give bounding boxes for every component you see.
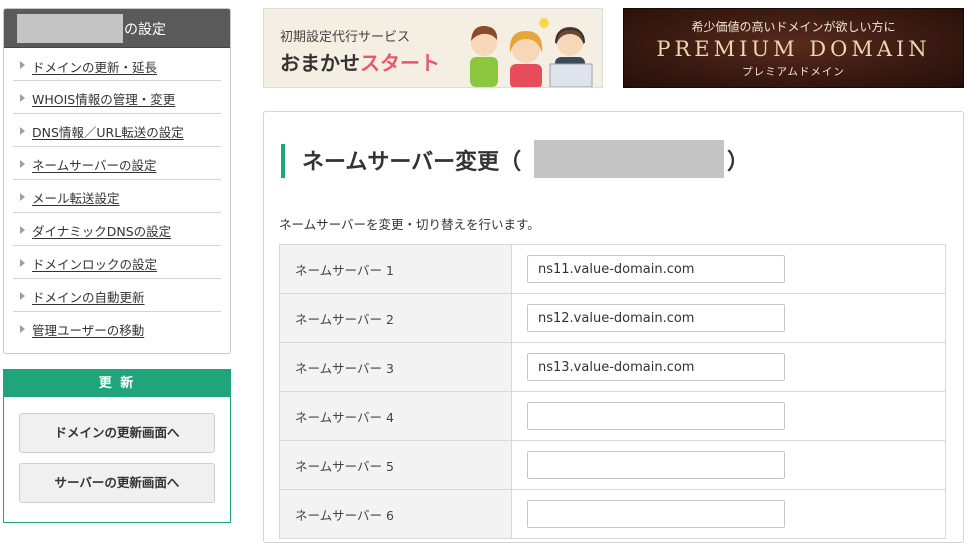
nameserver-5-input[interactable] <box>527 451 785 479</box>
nameserver-change-panel: ネームサーバー変更（ ） ネームサーバーを変更・切り替えを行います。 ネームサー… <box>263 111 964 543</box>
settings-menu-title: の設定 <box>124 22 166 38</box>
nameserver-3-input[interactable] <box>527 353 785 381</box>
renew-panel: 更 新 ドメインの更新画面へ サーバーの更新画面へ <box>3 369 231 523</box>
sidebar-item-label[interactable]: メール転送設定 <box>32 188 120 207</box>
nameserver-label: ネームサーバー 3 <box>279 342 512 392</box>
arrow-right-icon <box>20 226 25 234</box>
page-description: ネームサーバーを変更・切り替えを行います。 <box>279 217 540 232</box>
table-row: ネームサーバー 3 <box>279 342 946 392</box>
nameserver-table: ネームサーバー 1 ネームサーバー 2 ネームサーバー 3 ネームサーバー 4 … <box>279 244 946 539</box>
banner-title: おまかせスタート <box>280 51 440 75</box>
nameserver-label: ネームサーバー 2 <box>279 293 512 343</box>
arrow-right-icon <box>20 61 25 69</box>
nameserver-label: ネームサーバー 1 <box>279 244 512 294</box>
banner-tagline: 希少価値の高いドメインが欲しい方に <box>691 20 896 34</box>
omakase-start-banner[interactable]: 初期設定代行サービス おまかせスタート <box>263 8 603 88</box>
masked-domain-name <box>17 14 123 43</box>
sidebar-item-label[interactable]: ドメインロックの設定 <box>32 254 157 273</box>
sidebar-item-nameserver[interactable]: ネームサーバーの設定 <box>13 147 221 180</box>
sidebar-item-label[interactable]: ダイナミックDNSの設定 <box>32 221 171 240</box>
page-title-close: ） <box>727 150 750 175</box>
arrow-right-icon <box>20 325 25 333</box>
arrow-right-icon <box>20 127 25 135</box>
sidebar-item-transfer-user[interactable]: 管理ユーザーの移動 <box>13 312 221 344</box>
banner-subtitle: 初期設定代行サービス <box>280 30 411 45</box>
renew-title: 更 新 <box>4 370 230 397</box>
domain-settings-menu: の設定 ドメインの更新・延長 WHOIS情報の管理・変更 DNS情報／URL転送… <box>3 8 231 354</box>
server-renew-button[interactable]: サーバーの更新画面へ <box>19 463 215 503</box>
masked-domain-name <box>534 140 724 178</box>
support-staff-illustration <box>470 18 593 87</box>
table-row: ネームサーバー 1 <box>279 244 946 294</box>
sidebar-item-label[interactable]: DNS情報／URL転送の設定 <box>32 122 184 141</box>
table-row: ネームサーバー 6 <box>279 489 946 539</box>
arrow-right-icon <box>20 193 25 201</box>
sidebar-item-label[interactable]: ドメインの自動更新 <box>32 287 145 306</box>
sidebar-item-label[interactable]: 管理ユーザーの移動 <box>32 320 144 339</box>
sidebar-item-renew[interactable]: ドメインの更新・延長 <box>13 48 221 81</box>
arrow-right-icon <box>20 160 25 168</box>
sidebar-item-auto-renew[interactable]: ドメインの自動更新 <box>13 279 221 312</box>
nameserver-label: ネームサーバー 6 <box>279 489 512 539</box>
nameserver-6-input[interactable] <box>527 500 785 528</box>
nameserver-label: ネームサーバー 4 <box>279 391 512 441</box>
banner-title: PREMIUM DOMAIN <box>656 37 931 61</box>
domain-renew-button[interactable]: ドメインの更新画面へ <box>19 413 215 453</box>
page-title: ネームサーバー変更（ <box>302 150 522 175</box>
sidebar-item-label[interactable]: WHOIS情報の管理・変更 <box>32 89 175 108</box>
arrow-right-icon <box>20 94 25 102</box>
nameserver-label: ネームサーバー 5 <box>279 440 512 490</box>
table-row: ネームサーバー 4 <box>279 391 946 441</box>
nameserver-2-input[interactable] <box>527 304 785 332</box>
sidebar-item-label[interactable]: ドメインの更新・延長 <box>32 57 157 76</box>
nameserver-1-input[interactable] <box>527 255 785 283</box>
sidebar-item-label[interactable]: ネームサーバーの設定 <box>32 155 157 174</box>
sidebar-item-mail-forward[interactable]: メール転送設定 <box>13 180 221 213</box>
sidebar-item-whois[interactable]: WHOIS情報の管理・変更 <box>13 81 221 114</box>
sidebar-item-dns[interactable]: DNS情報／URL転送の設定 <box>13 114 221 147</box>
settings-menu-header: の設定 <box>4 9 230 48</box>
sidebar-item-domain-lock[interactable]: ドメインロックの設定 <box>13 246 221 279</box>
heading-accent-bar <box>281 144 285 178</box>
nameserver-4-input[interactable] <box>527 402 785 430</box>
arrow-right-icon <box>20 292 25 300</box>
table-row: ネームサーバー 2 <box>279 293 946 343</box>
arrow-right-icon <box>20 259 25 267</box>
premium-domain-banner[interactable]: 希少価値の高いドメインが欲しい方に PREMIUM DOMAIN プレミアムドメ… <box>623 8 964 88</box>
table-row: ネームサーバー 5 <box>279 440 946 490</box>
banner-subtitle: プレミアムドメイン <box>742 66 845 78</box>
sidebar-item-dynamic-dns[interactable]: ダイナミックDNSの設定 <box>13 213 221 246</box>
